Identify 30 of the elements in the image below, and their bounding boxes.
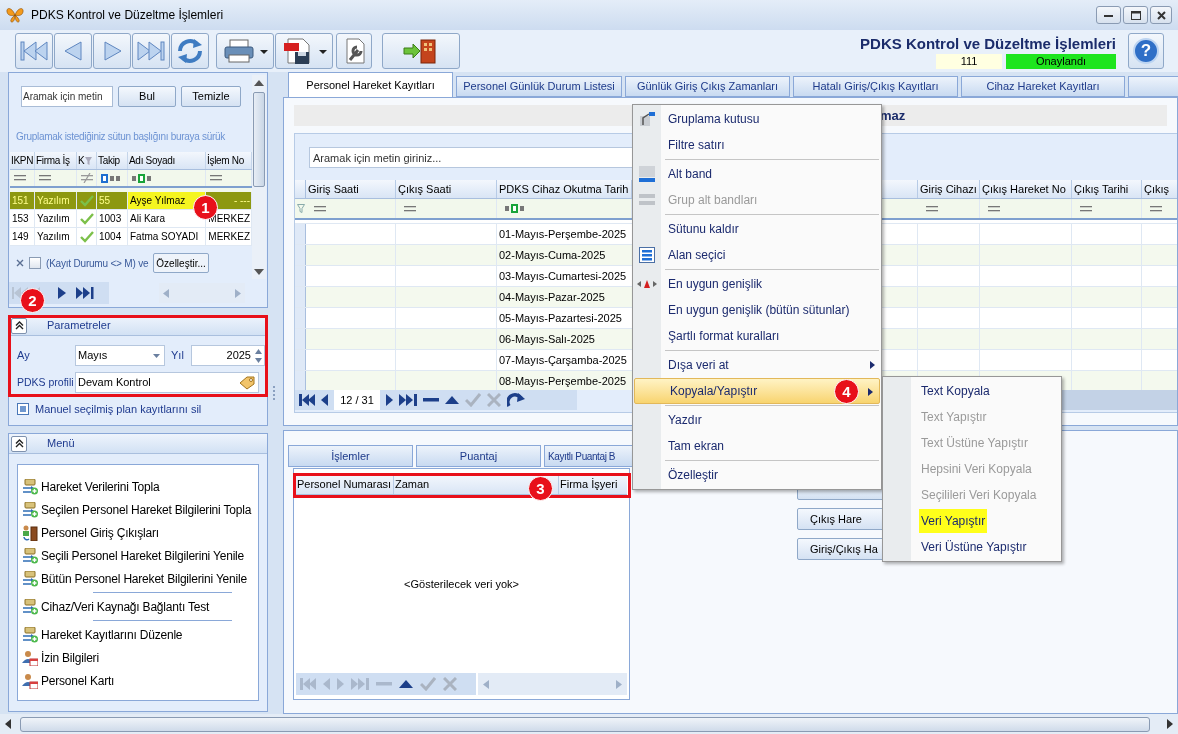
table-cell: 149 (10, 228, 35, 245)
table-cell: Fatma SOYADI (128, 228, 206, 245)
record-code: 111 (936, 54, 1002, 69)
field-label: Ay (17, 348, 31, 364)
table-cell: Yazılım (35, 192, 77, 209)
table-cell-text: 03-Mayıs-Cumartesi-2025 (498, 269, 628, 284)
panel-title: Menü (47, 436, 75, 452)
table-cell-text: 07-Mayıs-Çarşamba-2025 (498, 353, 628, 368)
table-cell: 151 (10, 192, 35, 209)
field-label: Yıl (171, 348, 185, 364)
table-cell-text: 01-Mayıs-Perşembe-2025 (498, 227, 628, 242)
filter-text: (Kayıt Durumu <> M) ve (46, 256, 149, 271)
table-cell-text: 05-Mayıs-Pazartesi-2025 (498, 311, 623, 326)
field-label: PDKS profili (17, 374, 75, 390)
table-cell: 1004 (97, 228, 128, 245)
empty-message: <Gösterilecek veri yok> (404, 576, 519, 592)
table-cell: 1003 (97, 210, 128, 227)
table-cell: Yazılım (35, 228, 77, 245)
table-cell-text: 02-Mayıs-Cuma-2025 (498, 248, 607, 263)
table-cell-text: 04-Mayıs-Pazar-2025 (498, 290, 606, 305)
panel-title: Parametreler (47, 318, 111, 334)
window-title: PDKS Kontrol ve Düzeltme İşlemleri (31, 7, 224, 24)
table-cell-text: 06-Mayıs-Salı-2025 (498, 332, 596, 347)
status-badge: Onaylandı (1006, 54, 1116, 69)
table-cell: 153 (10, 210, 35, 227)
page-title: PDKS Kontrol ve Düzeltme İşlemleri (860, 35, 1116, 53)
table-cell-text: 08-Mayıs-Perşembe-2025 (498, 374, 628, 389)
group-by-hint: Gruplamak istediğiniz sütun başlığını buraya sürük (15, 130, 226, 144)
table-cell: Yazılım (35, 210, 77, 227)
record-position: 12 / 31 (334, 390, 380, 410)
